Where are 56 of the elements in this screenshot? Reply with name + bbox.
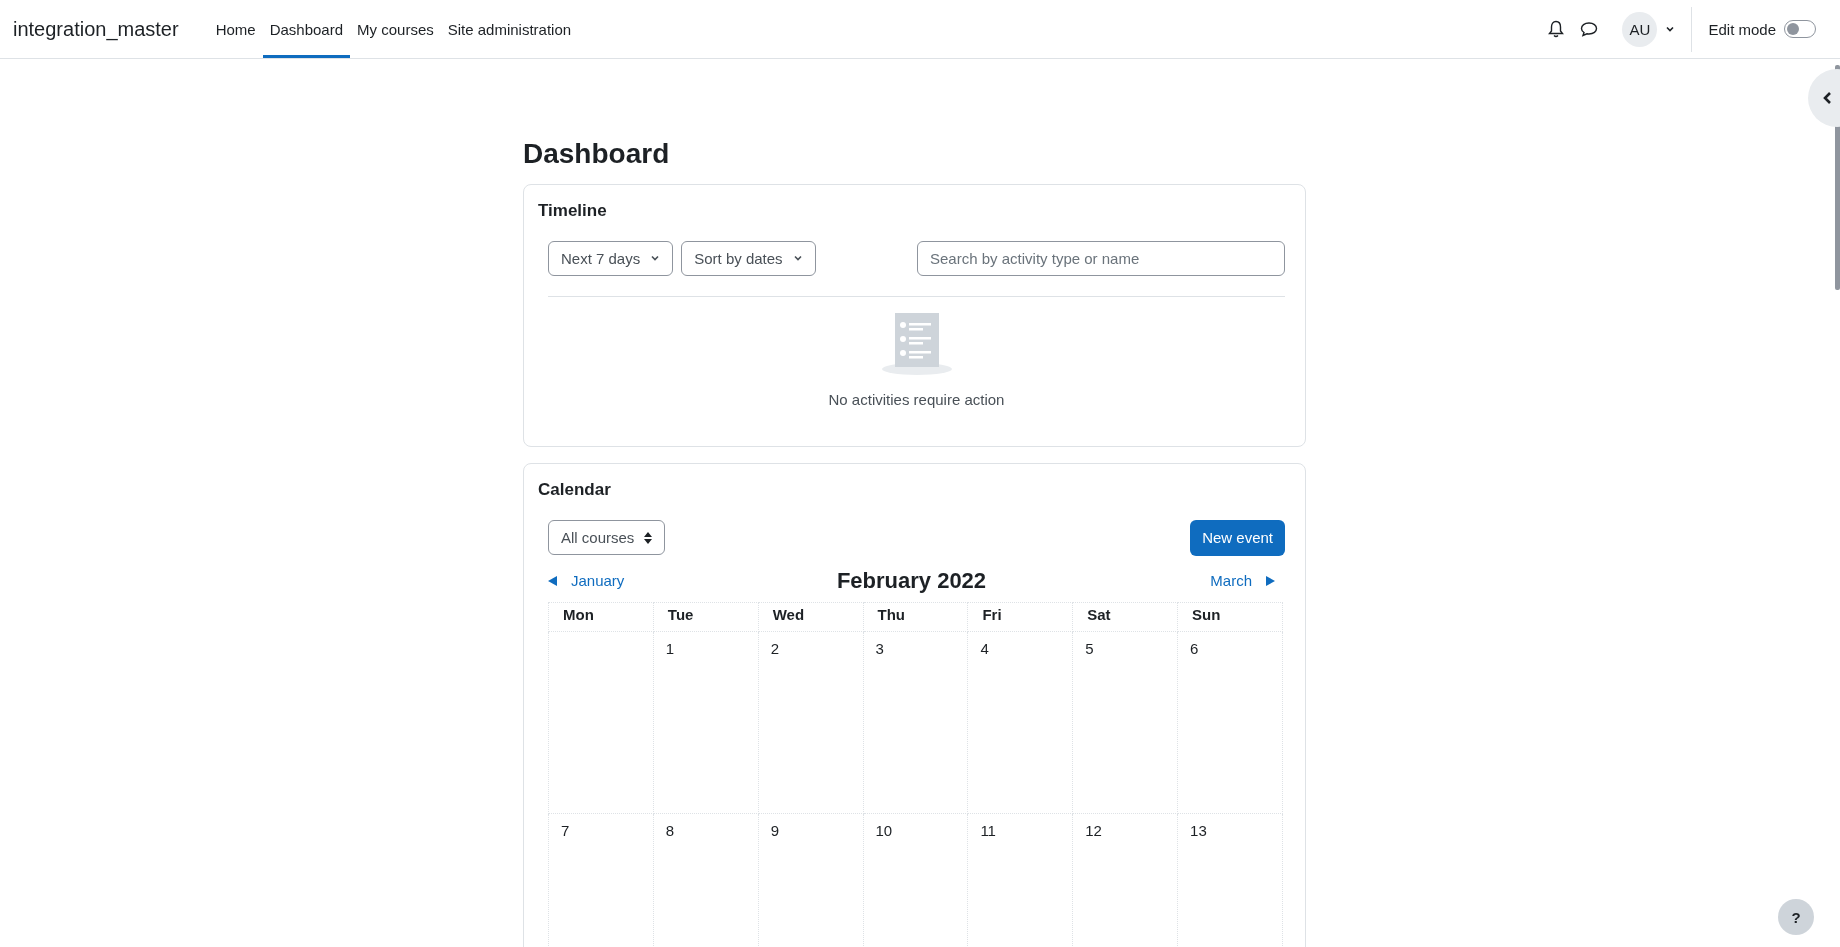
empty-list-icon (881, 312, 952, 377)
day-number: 13 (1190, 821, 1207, 839)
new-event-button[interactable]: New event (1190, 519, 1285, 556)
weekday-header: Sat (1072, 602, 1178, 632)
edit-mode-toggle[interactable] (1784, 20, 1816, 38)
nav-link[interactable]: My courses (350, 0, 441, 58)
day-number: 5 (1085, 639, 1094, 657)
edit-mode-label: Edit mode (1708, 20, 1776, 38)
sort-arrows-icon (644, 531, 653, 544)
next-month-link[interactable]: March (1115, 572, 1275, 590)
day-cell[interactable]: 5 (1072, 631, 1178, 814)
day-number: 1 (665, 639, 675, 657)
block-title: Timeline (538, 200, 608, 221)
day-number: 2 (770, 639, 780, 657)
site-name[interactable]: integration_master (13, 17, 179, 41)
nav-link[interactable]: Site administration (440, 0, 579, 58)
day-cell[interactable]: 1 (653, 631, 759, 814)
previous-month-link[interactable]: January (548, 572, 708, 590)
weekday-header: Sun (1177, 602, 1283, 632)
weekday-header: Wed (758, 602, 864, 632)
day-number: 10 (875, 821, 893, 839)
weekday-header: Mon (548, 602, 654, 632)
day-number: 7 (561, 821, 570, 839)
day-cell[interactable]: 3 (863, 631, 968, 814)
day-number: 11 (980, 821, 996, 839)
page-title: Dashboard (523, 139, 671, 170)
chat-bubble-icon[interactable] (1580, 21, 1599, 37)
nav-link[interactable]: Dashboard (262, 0, 351, 58)
day-number: 4 (980, 639, 989, 657)
day-cell[interactable]: 4 (967, 631, 1073, 814)
day-cell[interactable]: 7 (548, 813, 654, 947)
chevron-left-icon (1822, 91, 1832, 105)
empty-state-message: No activities require action (828, 390, 1005, 408)
day-number: 9 (770, 821, 780, 839)
search-field[interactable]: Search by activity type or name (917, 240, 1285, 276)
day-number: 6 (1190, 639, 1199, 657)
help-button[interactable]: ? (1778, 899, 1814, 935)
notification-bell-icon[interactable] (1548, 20, 1565, 38)
user-avatar[interactable]: AU (1622, 11, 1658, 47)
weekday-header: Thu (863, 602, 968, 632)
nav-link[interactable]: Home (208, 0, 263, 58)
filter-dropdown[interactable]: Next 7 days (548, 240, 674, 276)
weekday-header: Fri (967, 602, 1073, 632)
day-cell[interactable]: 6 (1177, 631, 1283, 814)
day-number: 12 (1085, 821, 1102, 839)
user-menu-caret-icon (1665, 24, 1676, 34)
right-triangle-icon (1266, 575, 1275, 586)
month-title: February 2022 (836, 567, 987, 594)
filter-dropdown[interactable]: Sort by dates (681, 240, 816, 276)
course-filter-select[interactable]: All courses (548, 520, 666, 556)
weekday-header: Tue (653, 602, 759, 632)
day-cell[interactable]: 2 (758, 631, 864, 814)
block-title: Calendar (538, 479, 612, 500)
day-number: 3 (875, 639, 884, 657)
day-number: 8 (665, 821, 675, 839)
left-triangle-icon (548, 575, 557, 586)
